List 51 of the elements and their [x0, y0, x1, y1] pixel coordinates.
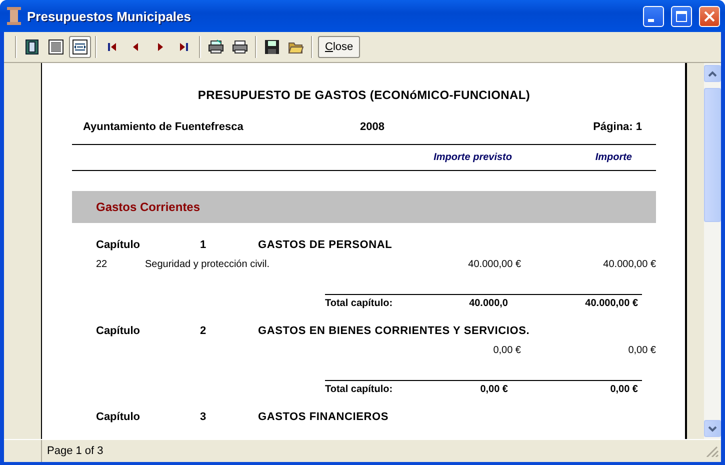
close-button[interactable] [699, 6, 720, 26]
one-page-icon [24, 39, 40, 55]
total-amount: 0,00 € [610, 384, 638, 395]
scroll-up-button[interactable] [704, 65, 721, 82]
page-number: Página: 1 [592, 121, 642, 135]
chapter-label: Capítulo [96, 239, 141, 251]
status-text: Page 1 of 3 [46, 445, 104, 457]
amount: 40.000,00 € [603, 259, 656, 270]
close-icon [703, 10, 716, 22]
item-description: Seguridad y protección civil. [145, 259, 271, 272]
planned-amount: 0,00 € [493, 345, 521, 356]
column-header: Importe previsto [432, 152, 513, 163]
chapter-label: Capítulo [96, 411, 141, 423]
item-code: 22 [96, 259, 108, 272]
total-planned: 40.000,0 [469, 298, 508, 309]
total-planned: 0,00 € [480, 384, 508, 395]
maximize-button[interactable] [671, 6, 692, 26]
total-label: Total capítulo: [325, 298, 394, 309]
chapter-number: 1 [200, 239, 208, 251]
scroll-thumb[interactable] [704, 88, 721, 222]
fit-width-icon [72, 39, 88, 55]
minimize-button[interactable] [643, 6, 664, 26]
chapter-label: Capítulo [96, 325, 141, 337]
vertical-scrollbar[interactable] [704, 63, 721, 439]
total-amount: 40.000,00 € [585, 298, 638, 309]
fit-width-button[interactable] [69, 36, 91, 58]
lines-icon [48, 39, 64, 55]
chapter-name: GASTOS DE PERSONAL [258, 239, 394, 251]
chapter-number: 2 [200, 325, 208, 337]
section-header: Gastos Corrientes [72, 191, 656, 223]
chapter-number: 3 [200, 411, 208, 423]
report-title: PRESUPUESTO DE GASTOS (ECONóMICO-FUNCIONAL) [196, 87, 532, 104]
report-year: 2008 [359, 121, 386, 135]
printer-icon [232, 39, 248, 55]
resize-grip-icon[interactable] [705, 445, 719, 457]
chapter-name: GASTOS FINANCIEROS [258, 411, 390, 423]
scroll-down-button[interactable] [704, 420, 721, 437]
printer-icon [208, 39, 224, 55]
caret-down-icon [708, 426, 717, 432]
total-label: Total capítulo: [325, 384, 394, 395]
column-icon [6, 6, 22, 26]
minimize-icon [648, 18, 654, 22]
entity-name: Ayuntamiento de Fuentefresca [83, 121, 244, 135]
maximize-icon [675, 10, 688, 22]
caret-up-icon [708, 70, 717, 76]
chapter-name: GASTOS EN BIENES CORRIENTES Y SERVICIOS. [258, 325, 531, 337]
column-header: Importe [594, 152, 633, 163]
amount: 0,00 € [628, 345, 656, 356]
window-title: Presupuestos Municipales [27, 8, 192, 24]
close-button[interactable]: Close [318, 36, 360, 58]
planned-amount: 40.000,00 € [468, 259, 521, 270]
